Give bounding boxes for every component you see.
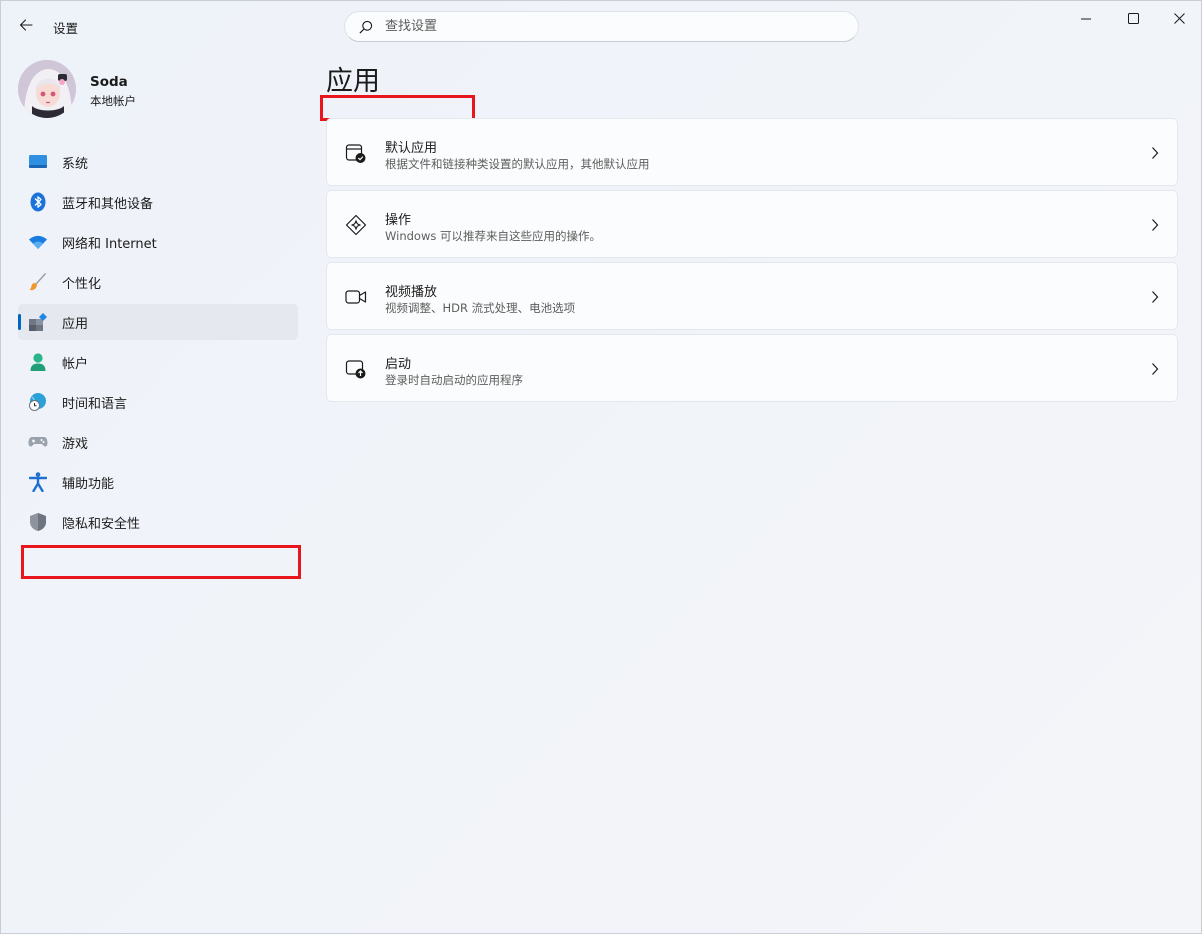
chevron-right-icon — [1149, 218, 1161, 232]
card-description: Windows 可以推荐来自这些应用的操作。 — [385, 229, 601, 243]
card-description: 登录时自动启动的应用程序 — [385, 373, 523, 387]
search-icon — [359, 19, 375, 35]
avatar[interactable] — [18, 60, 76, 118]
monitor-icon — [28, 152, 48, 172]
person-icon — [28, 352, 48, 372]
sidebar-item-network[interactable]: 网络和 Internet — [18, 224, 298, 260]
video-camera-icon — [345, 286, 367, 308]
page-title: 应用 — [326, 66, 380, 97]
sidebar-item-label: 时间和语言 — [62, 396, 128, 412]
sidebar-item-label: 蓝牙和其他设备 — [62, 196, 154, 212]
account-type: 本地帐户 — [90, 94, 136, 108]
selected-indicator — [18, 314, 21, 330]
sidebar-item-label: 应用 — [62, 316, 89, 332]
card-title: 操作 — [385, 213, 412, 228]
sidebar-item-label: 系统 — [62, 156, 89, 172]
card-title: 视频播放 — [385, 285, 438, 300]
sidebar-item-label: 网络和 Internet — [62, 236, 157, 252]
accessibility-icon — [28, 472, 48, 492]
sidebar-item-time-language[interactable]: 时间和语言 — [18, 384, 298, 420]
chevron-right-icon — [1149, 290, 1161, 304]
window-title: 设置 — [53, 21, 79, 36]
card-description: 视频调整、HDR 流式处理、电池选项 — [385, 301, 576, 315]
sidebar-item-label: 隐私和安全性 — [62, 516, 141, 532]
globe-clock-icon — [28, 392, 48, 412]
card-startup[interactable]: 启动 登录时自动启动的应用程序 — [326, 334, 1178, 402]
gamepad-icon — [28, 432, 48, 452]
apps-icon — [28, 312, 48, 332]
close-icon — [1173, 9, 1185, 28]
back-button[interactable] — [13, 13, 39, 39]
sidebar-item-apps[interactable]: 应用 — [18, 304, 298, 340]
maximize-icon — [1127, 9, 1139, 28]
card-title: 启动 — [385, 357, 412, 372]
search-input[interactable] — [385, 19, 825, 34]
settings-card-list: 默认应用 根据文件和链接种类设置的默认应用，其他默认应用 操作 Windows … — [326, 118, 1178, 406]
sidebar-item-label: 个性化 — [62, 276, 102, 292]
card-default-apps[interactable]: 默认应用 根据文件和链接种类设置的默认应用，其他默认应用 — [326, 118, 1178, 186]
sidebar-item-accounts[interactable]: 帐户 — [18, 344, 298, 380]
bluetooth-icon — [28, 192, 48, 212]
card-description: 根据文件和链接种类设置的默认应用，其他默认应用 — [385, 157, 650, 171]
highlight-box — [21, 545, 301, 579]
shield-icon — [28, 512, 48, 532]
close-button[interactable] — [1156, 1, 1202, 35]
sidebar-item-label: 帐户 — [62, 356, 89, 372]
sidebar-item-accessibility[interactable]: 辅助功能 — [18, 464, 298, 500]
startup-icon — [345, 358, 367, 380]
back-arrow-icon — [19, 17, 33, 36]
minimize-icon — [1081, 9, 1091, 28]
sidebar-item-bluetooth[interactable]: 蓝牙和其他设备 — [18, 184, 298, 220]
sidebar-item-system[interactable]: 系统 — [18, 144, 298, 180]
minimize-button[interactable] — [1063, 1, 1109, 35]
sidebar-nav: 系统 蓝牙和其他设备 网络和 Internet 个性化 应用 帐户 时间和语言 … — [18, 144, 298, 544]
actions-sparkle-icon — [345, 214, 367, 236]
title-bar: 设置 — [1, 1, 1201, 49]
sidebar-item-gaming[interactable]: 游戏 — [18, 424, 298, 460]
search-box[interactable] — [344, 11, 859, 42]
chevron-right-icon — [1149, 146, 1161, 160]
card-title: 默认应用 — [385, 141, 438, 156]
sidebar-item-privacy-security[interactable]: 隐私和安全性 — [18, 504, 298, 540]
card-video-playback[interactable]: 视频播放 视频调整、HDR 流式处理、电池选项 — [326, 262, 1178, 330]
chevron-right-icon — [1149, 362, 1161, 376]
sidebar-item-label: 游戏 — [62, 436, 89, 452]
card-actions[interactable]: 操作 Windows 可以推荐来自这些应用的操作。 — [326, 190, 1178, 258]
wifi-icon — [28, 232, 48, 252]
brush-icon — [28, 272, 48, 292]
user-name: Soda — [90, 74, 128, 90]
settings-window: 设置 查找设置 Soda 本地帐户 系统 蓝牙和其他设备 网络和 Interne… — [0, 0, 1202, 934]
sidebar-item-personalization[interactable]: 个性化 — [18, 264, 298, 300]
sidebar-item-label: 辅助功能 — [62, 476, 115, 492]
default-apps-icon — [345, 142, 367, 164]
maximize-button[interactable] — [1110, 1, 1156, 35]
